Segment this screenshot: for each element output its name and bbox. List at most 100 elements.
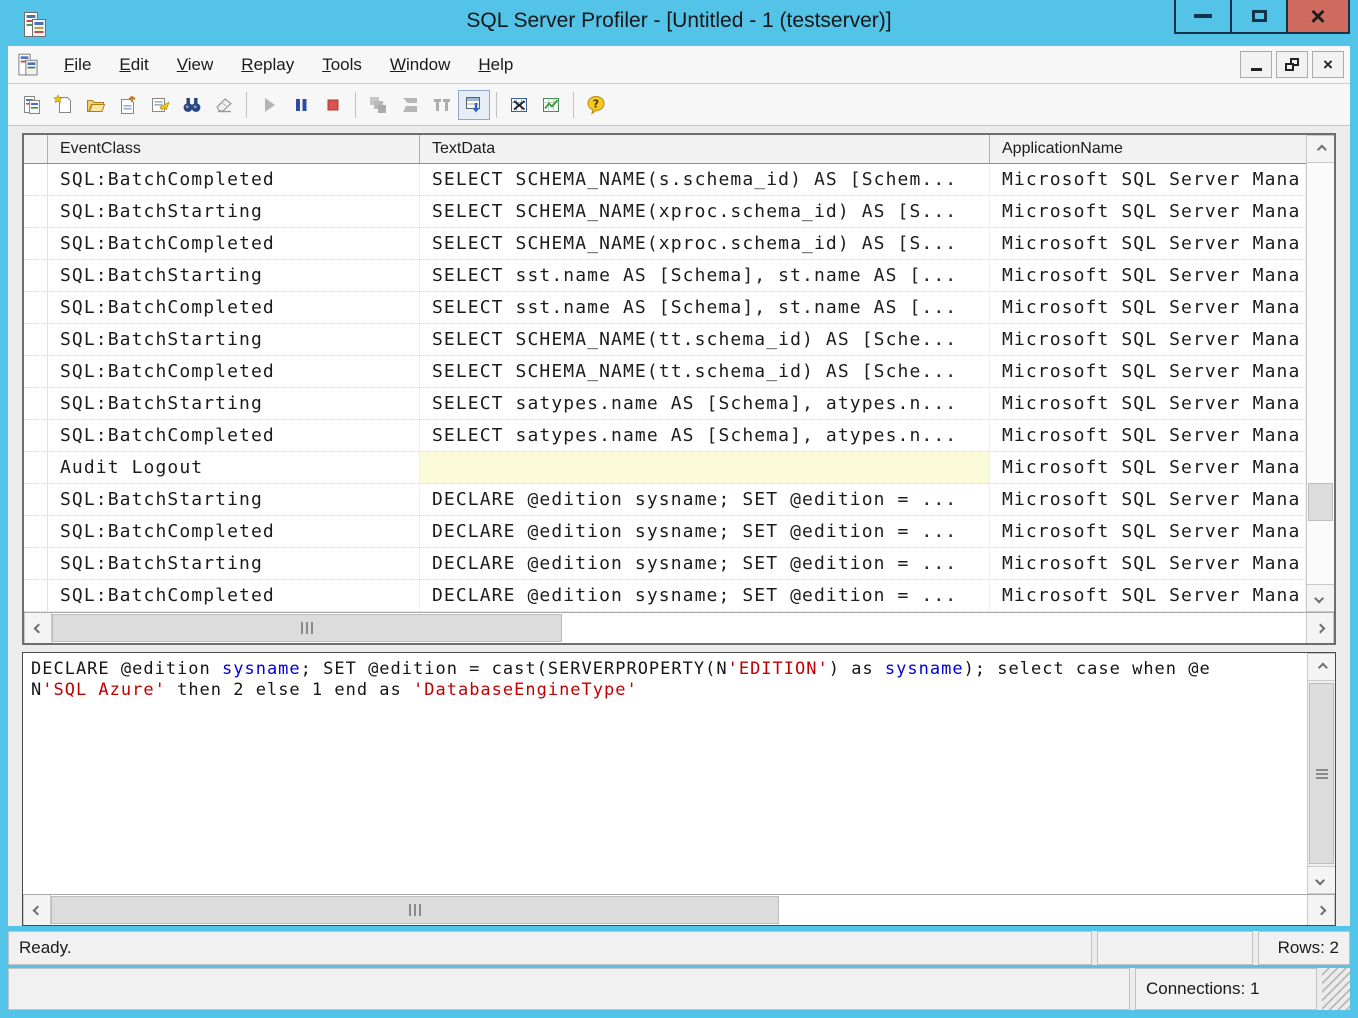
menu-item-replay[interactable]: Replay bbox=[227, 51, 308, 79]
table-row[interactable]: SQL:BatchStarting SELECT SCHEMA_NAME(xpr… bbox=[24, 196, 1306, 228]
chevron-right-icon bbox=[1315, 623, 1325, 633]
table-row[interactable]: SQL:BatchCompleted DECLARE @edition sysn… bbox=[24, 516, 1306, 548]
table-row[interactable]: Audit Logout Microsoft SQL Server Mana bbox=[24, 452, 1306, 484]
grouped-view-icon bbox=[399, 94, 421, 116]
column-header-eventclass[interactable]: EventClass bbox=[48, 135, 420, 163]
scroll-track[interactable] bbox=[1307, 163, 1334, 584]
new-trace-button[interactable] bbox=[48, 90, 80, 120]
table-row[interactable]: SQL:BatchStarting SELECT sst.name AS [Sc… bbox=[24, 260, 1306, 292]
textdata-cell: SELECT SCHEMA_NAME(tt.schema_id) AS [Sch… bbox=[420, 324, 990, 355]
scroll-up-button[interactable] bbox=[1308, 653, 1335, 681]
row-selector-cell[interactable] bbox=[24, 420, 48, 451]
close-button[interactable]: × bbox=[1286, 0, 1350, 34]
open-trace-button[interactable] bbox=[80, 90, 112, 120]
toggle-pause-icon bbox=[431, 94, 453, 116]
trace-template-button[interactable] bbox=[16, 90, 48, 120]
stop-trace-button[interactable] bbox=[317, 90, 349, 120]
trace-properties-button[interactable] bbox=[144, 90, 176, 120]
scroll-down-button[interactable] bbox=[1308, 866, 1335, 894]
scroll-thumb[interactable] bbox=[52, 614, 562, 642]
table-row[interactable]: SQL:BatchStarting SELECT SCHEMA_NAME(tt.… bbox=[24, 324, 1306, 356]
start-trace-button[interactable] bbox=[253, 90, 285, 120]
row-selector-cell[interactable] bbox=[24, 548, 48, 579]
pane-splitter[interactable] bbox=[22, 645, 1336, 652]
scroll-track[interactable] bbox=[51, 895, 1307, 925]
mdi-close-button[interactable]: × bbox=[1312, 51, 1344, 78]
chevron-up-icon bbox=[1318, 662, 1328, 672]
help-button[interactable]: ? bbox=[580, 90, 612, 120]
sql-line-1: DECLARE @edition sysname; SET @edition =… bbox=[31, 659, 1303, 680]
table-row[interactable]: SQL:BatchStarting SELECT satypes.name AS… bbox=[24, 388, 1306, 420]
save-trace-button[interactable] bbox=[112, 90, 144, 120]
document-menu-icon[interactable] bbox=[16, 52, 40, 78]
scroll-thumb[interactable] bbox=[51, 896, 779, 924]
chevron-down-icon bbox=[1315, 875, 1325, 885]
menu-item-help[interactable]: Help bbox=[464, 51, 527, 79]
column-header-applicationname[interactable]: ApplicationName bbox=[990, 135, 1306, 163]
table-row[interactable]: SQL:BatchCompleted DECLARE @edition sysn… bbox=[24, 580, 1306, 612]
maximize-icon bbox=[1252, 10, 1267, 22]
table-row[interactable]: SQL:BatchCompleted SELECT SCHEMA_NAME(tt… bbox=[24, 356, 1306, 388]
menu-item-window[interactable]: Window bbox=[376, 51, 464, 79]
maximize-button[interactable] bbox=[1230, 0, 1288, 34]
profiler-window: SQL Server Profiler - [Untitled - 1 (tes… bbox=[0, 0, 1358, 1018]
sql-line-2: N'SQL Azure' then 2 else 1 end as 'Datab… bbox=[31, 680, 1303, 701]
row-selector-cell[interactable] bbox=[24, 196, 48, 227]
resize-grip[interactable] bbox=[1322, 968, 1350, 1010]
row-selector-cell[interactable] bbox=[24, 452, 48, 483]
menu-item-tools[interactable]: Tools bbox=[308, 51, 376, 79]
mdi-minimize-button[interactable] bbox=[1240, 51, 1272, 78]
table-row[interactable]: SQL:BatchStarting DECLARE @edition sysna… bbox=[24, 484, 1306, 516]
scroll-left-button[interactable] bbox=[24, 613, 52, 643]
scroll-right-button[interactable] bbox=[1306, 613, 1334, 643]
table-row[interactable]: SQL:BatchCompleted SELECT SCHEMA_NAME(xp… bbox=[24, 228, 1306, 260]
scroll-track[interactable] bbox=[52, 613, 1306, 643]
scroll-left-button[interactable] bbox=[23, 895, 51, 925]
scroll-thumb[interactable] bbox=[1308, 483, 1333, 521]
row-selector-cell[interactable] bbox=[24, 164, 48, 195]
scroll-down-button[interactable] bbox=[1307, 584, 1334, 612]
menu-item-file[interactable]: File bbox=[50, 51, 105, 79]
grid-vertical-scrollbar[interactable] bbox=[1306, 135, 1334, 612]
scroll-up-button[interactable] bbox=[1307, 135, 1334, 163]
row-selector-cell[interactable] bbox=[24, 292, 48, 323]
mdi-restore-button[interactable] bbox=[1276, 51, 1308, 78]
table-row[interactable]: SQL:BatchCompleted SELECT sst.name AS [S… bbox=[24, 292, 1306, 324]
grid-horizontal-scrollbar[interactable] bbox=[24, 612, 1334, 643]
applicationname-cell: Microsoft SQL Server Mana bbox=[990, 484, 1306, 515]
row-selector-cell[interactable] bbox=[24, 228, 48, 259]
minimize-button[interactable] bbox=[1174, 0, 1232, 34]
row-selector-cell[interactable] bbox=[24, 356, 48, 387]
scroll-thumb[interactable] bbox=[1309, 683, 1334, 864]
window-title: SQL Server Profiler - [Untitled - 1 (tes… bbox=[8, 9, 1350, 33]
row-selector-cell[interactable] bbox=[24, 580, 48, 611]
column-header-textdata[interactable]: TextData bbox=[420, 135, 990, 163]
row-selector-cell[interactable] bbox=[24, 516, 48, 547]
row-selector-cell[interactable] bbox=[24, 324, 48, 355]
detail-horizontal-scrollbar[interactable] bbox=[23, 894, 1335, 925]
detail-vertical-scrollbar[interactable] bbox=[1307, 653, 1335, 894]
performance-chart-button[interactable] bbox=[535, 90, 567, 120]
clear-trace-button[interactable] bbox=[208, 90, 240, 120]
stop-trace-icon bbox=[322, 94, 344, 116]
scroll-right-button[interactable] bbox=[1307, 895, 1335, 925]
applicationname-cell: Microsoft SQL Server Mana bbox=[990, 324, 1306, 355]
pause-trace-button[interactable] bbox=[285, 90, 317, 120]
status-connections: Connections: 1 bbox=[1135, 968, 1317, 1010]
row-selector-cell[interactable] bbox=[24, 260, 48, 291]
table-row[interactable]: SQL:BatchStarting DECLARE @edition sysna… bbox=[24, 548, 1306, 580]
menu-item-view[interactable]: View bbox=[163, 51, 228, 79]
row-selector-cell[interactable] bbox=[24, 484, 48, 515]
group-events-button[interactable] bbox=[362, 90, 394, 120]
auto-scroll-button[interactable] bbox=[458, 90, 490, 120]
scroll-track[interactable] bbox=[1308, 681, 1335, 866]
table-row[interactable]: SQL:BatchCompleted SELECT SCHEMA_NAME(s.… bbox=[24, 164, 1306, 196]
applicationname-cell: Microsoft SQL Server Mana bbox=[990, 452, 1306, 483]
find-button[interactable] bbox=[176, 90, 208, 120]
toggle-pause-button[interactable] bbox=[426, 90, 458, 120]
row-selector-cell[interactable] bbox=[24, 388, 48, 419]
extract-event-button[interactable] bbox=[503, 90, 535, 120]
table-row[interactable]: SQL:BatchCompleted SELECT satypes.name A… bbox=[24, 420, 1306, 452]
grouped-view-button[interactable] bbox=[394, 90, 426, 120]
menu-item-edit[interactable]: Edit bbox=[105, 51, 162, 79]
